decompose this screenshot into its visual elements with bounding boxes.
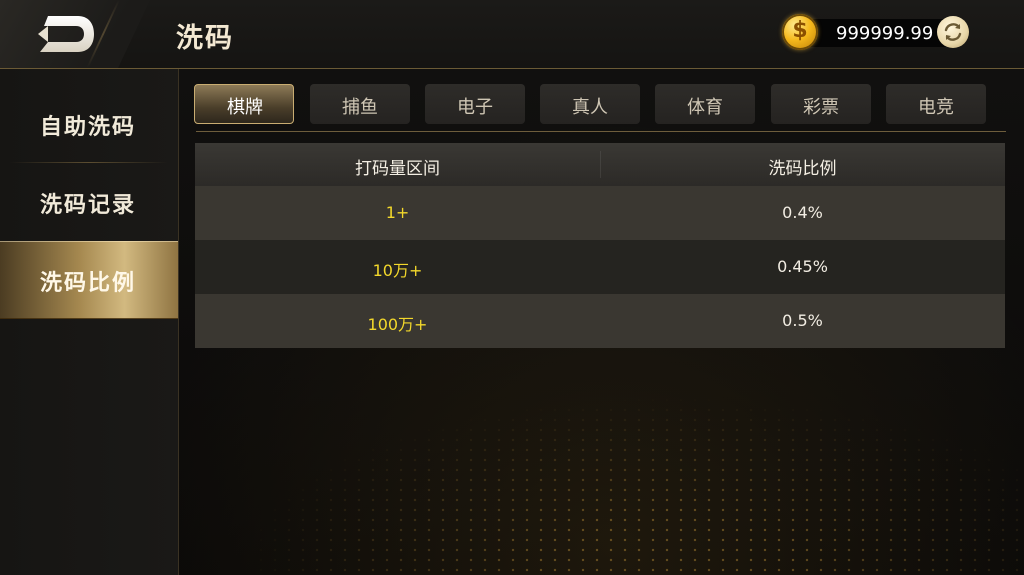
decorative-dot-field xyxy=(240,395,1024,575)
wash-ratio-table: 打码量区间 洗码比例 1+ 0.4% 10万+ 0.45% 100万+ 0.5% xyxy=(195,143,1005,348)
balance-display: $ 999999.99 xyxy=(782,14,972,52)
sidebar-item-label: 自助洗码 xyxy=(40,115,137,140)
wash-ratio-cell: 0.5% xyxy=(782,311,823,330)
tab-label: 棋牌 xyxy=(227,97,263,118)
page-title: 洗码 xyxy=(176,23,234,54)
sidebar-item-wash-ratio[interactable]: 洗码比例 xyxy=(0,241,178,319)
table-row: 10万+ 0.45% xyxy=(195,240,1005,294)
tab-esports[interactable]: 电竞 xyxy=(886,84,986,124)
tabs-underline xyxy=(196,131,1006,132)
header-bar: 洗码 $ 999999.99 xyxy=(0,0,1024,69)
category-tabs: 棋牌 捕鱼 电子 真人 体育 彩票 电竞 xyxy=(194,84,1006,124)
sidebar-item-wash-records[interactable]: 洗码记录 xyxy=(0,163,178,241)
table-row: 100万+ 0.5% xyxy=(195,294,1005,348)
balance-value: 999999.99 xyxy=(836,23,934,44)
tab-electronic[interactable]: 电子 xyxy=(425,84,525,124)
bet-range-cell: 10万+ xyxy=(372,261,423,280)
bet-range-cell: 100万+ xyxy=(367,315,428,334)
sidebar-item-self-wash[interactable]: 自助洗码 xyxy=(0,85,178,163)
tab-label: 电竞 xyxy=(918,97,954,118)
dollar-coin-icon: $ xyxy=(782,14,818,50)
tab-label: 真人 xyxy=(572,97,608,118)
column-header-wash-ratio: 洗码比例 xyxy=(768,159,837,179)
tab-live[interactable]: 真人 xyxy=(540,84,640,124)
tab-label: 电子 xyxy=(457,97,493,118)
tab-label: 捕鱼 xyxy=(342,97,378,118)
back-arrow-icon[interactable] xyxy=(34,14,98,54)
tab-sports[interactable]: 体育 xyxy=(655,84,755,124)
tab-label: 体育 xyxy=(687,97,723,118)
app-root: 洗码 $ 999999.99 自助洗码 洗码记录 洗码比例 棋牌 捕鱼 电子 真… xyxy=(0,0,1024,575)
tab-fishing[interactable]: 捕鱼 xyxy=(310,84,410,124)
wash-ratio-cell: 0.4% xyxy=(782,203,823,222)
sidebar: 自助洗码 洗码记录 洗码比例 xyxy=(0,69,179,575)
column-header-bet-range: 打码量区间 xyxy=(355,159,440,179)
tab-label: 彩票 xyxy=(803,97,839,118)
table-row: 1+ 0.4% xyxy=(195,186,1005,240)
sidebar-item-label: 洗码比例 xyxy=(40,271,137,296)
tab-chess-cards[interactable]: 棋牌 xyxy=(194,84,294,124)
sidebar-item-label: 洗码记录 xyxy=(40,193,137,218)
tab-lottery[interactable]: 彩票 xyxy=(771,84,871,124)
refresh-icon[interactable] xyxy=(937,16,969,48)
wash-ratio-cell: 0.45% xyxy=(777,257,828,276)
table-header: 打码量区间 洗码比例 xyxy=(195,143,1005,186)
bet-range-cell: 1+ xyxy=(385,203,410,222)
